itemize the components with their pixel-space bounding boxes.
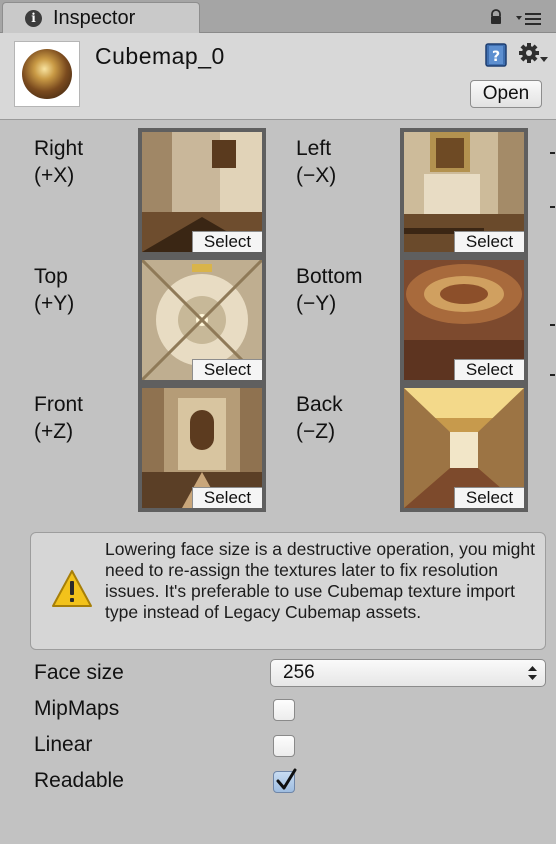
select-button-right[interactable]: Select (192, 231, 262, 252)
select-button-left[interactable]: Select (454, 231, 524, 252)
face-slot-left[interactable]: Select (400, 128, 528, 256)
window-edge-mark (550, 206, 555, 208)
tab-menu-icon[interactable] (516, 12, 542, 26)
face-label-front: Front (+Z) (34, 393, 84, 443)
open-button[interactable]: Open (470, 80, 542, 108)
select-button-top[interactable]: Select (192, 359, 262, 380)
lock-icon[interactable] (488, 9, 504, 25)
mipmaps-checkbox[interactable] (273, 699, 295, 721)
help-book-icon[interactable]: ? (484, 43, 508, 67)
face-label-top: Top (+Y) (34, 265, 75, 315)
linear-checkbox[interactable] (273, 735, 295, 757)
face-label-right: Right (+X) (34, 137, 84, 187)
warning-icon (52, 570, 92, 607)
info-icon: i (25, 10, 42, 27)
warning-text: Lowering face size is a destructive oper… (105, 539, 535, 622)
face-slot-front[interactable]: Select (138, 384, 266, 512)
select-button-front[interactable]: Select (192, 487, 262, 508)
window-edge-mark (550, 374, 555, 376)
warning-helpbox: Lowering face size is a destructive oper… (30, 532, 546, 650)
face-size-label: Face size (34, 661, 124, 684)
asset-thumbnail (14, 41, 80, 107)
checkmark-icon (276, 768, 297, 790)
linear-label: Linear (34, 733, 93, 756)
window-edge-mark (550, 324, 555, 326)
svg-text:?: ? (492, 49, 500, 65)
readable-label: Readable (34, 769, 124, 792)
select-button-back[interactable]: Select (454, 487, 524, 508)
face-slot-bottom[interactable]: Select (400, 256, 528, 384)
readable-checkbox[interactable] (273, 768, 297, 793)
face-label-bottom: Bottom (−Y) (296, 265, 363, 315)
face-size-dropdown[interactable]: 256 (270, 659, 546, 687)
asset-header: Cubemap_0 ? Open (0, 33, 556, 120)
tab-inspector[interactable]: i Inspector (2, 2, 200, 34)
dropdown-arrows-icon (528, 666, 537, 680)
face-slot-right[interactable]: Select (138, 128, 266, 256)
select-button-bottom[interactable]: Select (454, 359, 524, 380)
window-edge-mark (550, 152, 555, 154)
tab-title: Inspector (53, 7, 136, 29)
face-label-back: Back (−Z) (296, 393, 343, 443)
gear-icon[interactable] (518, 42, 548, 66)
tab-strip: i Inspector (0, 0, 556, 34)
face-size-value: 256 (283, 662, 315, 683)
face-label-left: Left (−X) (296, 137, 337, 187)
mipmaps-label: MipMaps (34, 697, 120, 720)
asset-name: Cubemap_0 (95, 43, 225, 69)
face-slot-top[interactable]: Select (138, 256, 266, 384)
face-slot-back[interactable]: Select (400, 384, 528, 512)
